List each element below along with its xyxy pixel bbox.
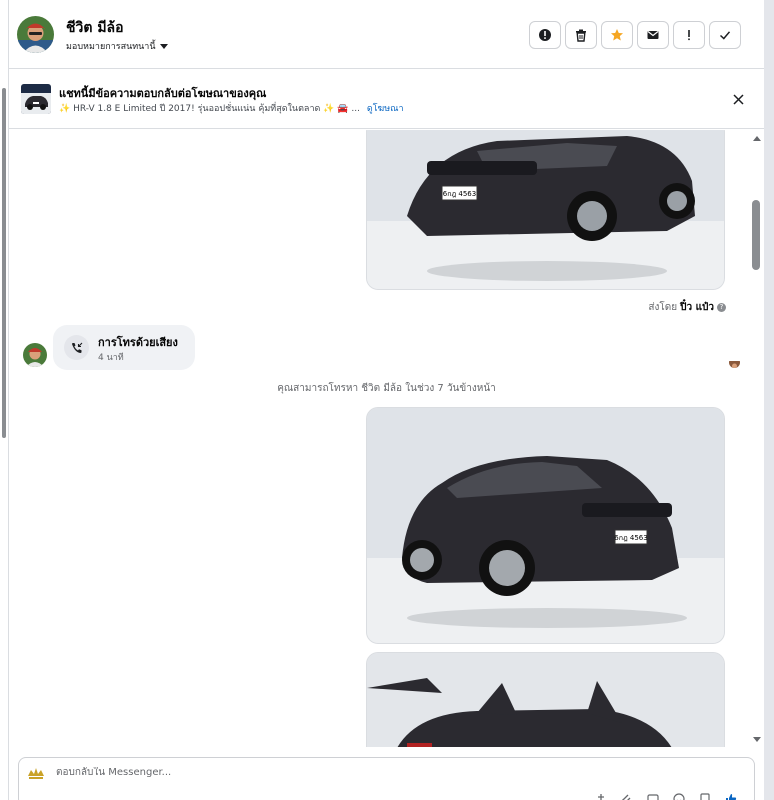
car-photo-message[interactable]: [366, 652, 725, 747]
left-scroll-indicator: [2, 88, 6, 438]
assign-conversation-dropdown[interactable]: มอบหมายการสนทนานี้: [66, 39, 168, 53]
reply-composer: [18, 757, 755, 800]
attach-icon[interactable]: [620, 792, 634, 800]
page-logo: [26, 766, 46, 782]
scroll-up-icon[interactable]: [753, 136, 761, 141]
follow-up-button[interactable]: [673, 21, 705, 49]
mark-spam-button[interactable]: [529, 21, 561, 49]
car-photo-message[interactable]: 6กฎ 4563: [366, 130, 725, 290]
call-availability-notice: คุณสามารถโทรหา ชีวิต มีล้อ ในช่วง 7 วันข…: [277, 383, 496, 394]
conversation-panel: ชีวิต มีล้อ มอบหมายการสนทนานี้ แชทนี้มีข…: [9, 0, 764, 800]
contact-name: ชีวิต มีล้อ: [66, 20, 124, 36]
voice-call-bubble[interactable]: การโทรด้วยเสียง 4 นาที: [53, 325, 195, 370]
ad-reply-banner: แชทนี้มีข้อความตอบกลับต่อโฆษณาของคุณ ✨ H…: [9, 70, 764, 129]
trash-icon: [576, 29, 586, 42]
sender-name: ปิ๋ว แป๋ว: [680, 302, 714, 313]
gif-icon[interactable]: [646, 792, 660, 800]
thread-scrollbar[interactable]: [750, 130, 764, 747]
left-edge: [0, 0, 9, 800]
mark-unread-button[interactable]: [637, 21, 669, 49]
reply-input[interactable]: [56, 767, 556, 778]
ad-thumbnail[interactable]: [21, 84, 51, 114]
close-banner-button[interactable]: [729, 90, 747, 108]
ad-ellipsis: ...: [351, 104, 360, 114]
right-edge: [764, 0, 774, 800]
call-title: การโทรด้วยเสียง: [98, 336, 178, 349]
incoming-call-icon: [64, 335, 89, 360]
sparkle-icon: ✨: [323, 104, 335, 114]
exclamation-icon: [688, 30, 690, 41]
message-thread: 6กฎ 4563 ส่งโดย ปิ๋ว แป๋ว ? การโทรด้วยเส…: [9, 130, 764, 747]
composer-tools: [594, 792, 738, 800]
check-icon: [719, 31, 731, 40]
call-duration: 4 นาที: [98, 353, 124, 363]
scroll-down-icon[interactable]: [753, 737, 761, 742]
conversation-header: ชีวิต มีล้อ มอบหมายการสนทนานี้: [9, 0, 764, 69]
caret-down-icon: [159, 43, 168, 49]
car-photo-message[interactable]: 6กฎ 4563: [366, 407, 725, 644]
license-plate: 6กฎ 4563: [614, 534, 647, 542]
star-button[interactable]: [601, 21, 633, 49]
star-icon: [611, 29, 623, 41]
sparkle-icon: ✨: [59, 104, 71, 114]
license-plate: 6กฎ 4563: [443, 190, 476, 198]
header-actions: [529, 21, 741, 49]
ad-banner-title: แชทนี้มีข้อความตอบกลับต่อโฆษณาของคุณ: [59, 87, 267, 100]
contact-avatar[interactable]: [17, 16, 54, 53]
sent-by-prefix: ส่งโดย: [648, 302, 678, 313]
envelope-icon: [647, 31, 659, 39]
assign-label: มอบหมายการสนทนานี้: [66, 42, 156, 52]
info-icon[interactable]: ?: [717, 303, 726, 312]
mark-done-button[interactable]: [709, 21, 741, 49]
saved-reply-icon[interactable]: [698, 792, 712, 800]
sent-by-label: ส่งโดย ปิ๋ว แป๋ว ?: [648, 300, 726, 315]
like-icon[interactable]: [724, 792, 738, 800]
close-icon: [732, 93, 744, 105]
car-emoji-icon: 🚘: [337, 104, 349, 114]
scrollbar-thumb[interactable]: [752, 200, 760, 270]
contact-avatar-small[interactable]: [23, 343, 47, 367]
delete-button[interactable]: [565, 21, 597, 49]
ad-banner-description: ✨ HR-V 1.8 E Limited ปี 2017! รุ่นออปชั่…: [59, 101, 404, 115]
alert-circle-icon: [539, 29, 551, 41]
emoji-icon[interactable]: [672, 792, 686, 800]
view-ad-link[interactable]: ดูโฆษณา: [367, 104, 404, 114]
pin-icon[interactable]: [594, 792, 608, 800]
ad-description-text: HR-V 1.8 E Limited ปี 2017! รุ่นออปชั่นแ…: [73, 104, 321, 114]
seen-avatar: [729, 357, 740, 368]
